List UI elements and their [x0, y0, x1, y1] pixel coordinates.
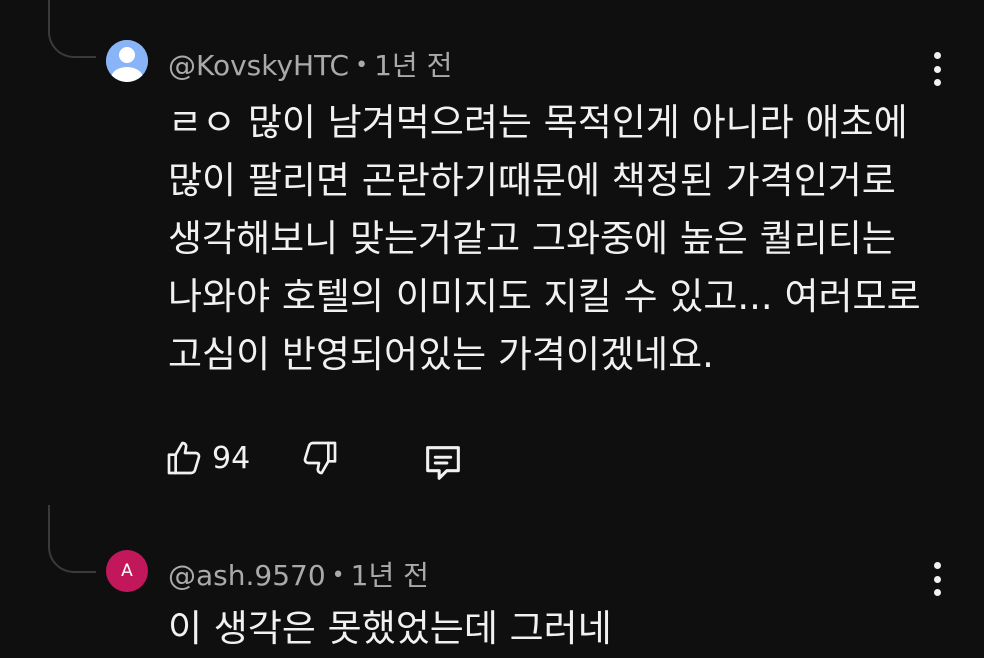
comment-line: 고심이 반영되어있는 가격이겠네요. — [168, 333, 714, 376]
avatar-letter: A — [121, 561, 133, 581]
comment-line: 많이 팔리면 곤란하기때문에 책정된 가격인거로 — [168, 159, 896, 202]
like-count: 94 — [212, 440, 251, 476]
author-name[interactable]: @ash.9570 — [168, 559, 326, 592]
author-name[interactable]: @KovskyHTC — [168, 49, 349, 82]
avatar[interactable] — [106, 40, 148, 82]
menu-dot — [933, 79, 941, 86]
more-options-button[interactable] — [925, 562, 949, 596]
menu-dot — [933, 589, 941, 596]
more-vertical-icon — [933, 562, 941, 569]
more-options-button[interactable] — [925, 52, 949, 86]
comment-reply-icon — [426, 446, 460, 480]
more-vertical-icon — [933, 52, 941, 59]
timestamp[interactable]: 1년 전 — [374, 49, 452, 82]
comment-text: 이 생각은 못했었는데 그러네 — [168, 607, 612, 650]
comment-header: @KovskyHTC • 1년 전 — [168, 44, 452, 84]
thumbs-down-icon — [303, 441, 337, 475]
comment-line: 생각해보니 맞는거같고 그와중에 높은 퀄리티는 — [168, 217, 896, 260]
like-button[interactable]: 94 — [164, 438, 250, 478]
comment-text: ㄹㅇ 많이 남겨먹으려는 목적인게 아니라 애초에 많이 팔리면 곤란하기때문에… — [168, 94, 968, 384]
timestamp[interactable]: 1년 전 — [351, 559, 429, 592]
comment-header: @ash.9570 • 1년 전 — [168, 554, 429, 594]
avatar[interactable]: A — [106, 550, 148, 592]
thread-connector-line — [48, 505, 96, 573]
dislike-button[interactable] — [300, 438, 340, 478]
menu-dot — [933, 575, 941, 583]
thumbs-up-icon — [167, 441, 201, 475]
separator-dot: • — [355, 53, 369, 78]
comment-line: ㄹㅇ 많이 남겨먹으려는 목적인게 아니라 애초에 — [168, 101, 908, 144]
comment-line: 나와야 호텔의 이미지도 지킬 수 있고... 여러모로 — [168, 275, 921, 318]
menu-dot — [933, 65, 941, 73]
reply-button[interactable] — [420, 440, 466, 486]
default-user-avatar-icon — [106, 40, 148, 82]
separator-dot: • — [331, 563, 345, 588]
thread-connector-line — [48, 0, 96, 58]
